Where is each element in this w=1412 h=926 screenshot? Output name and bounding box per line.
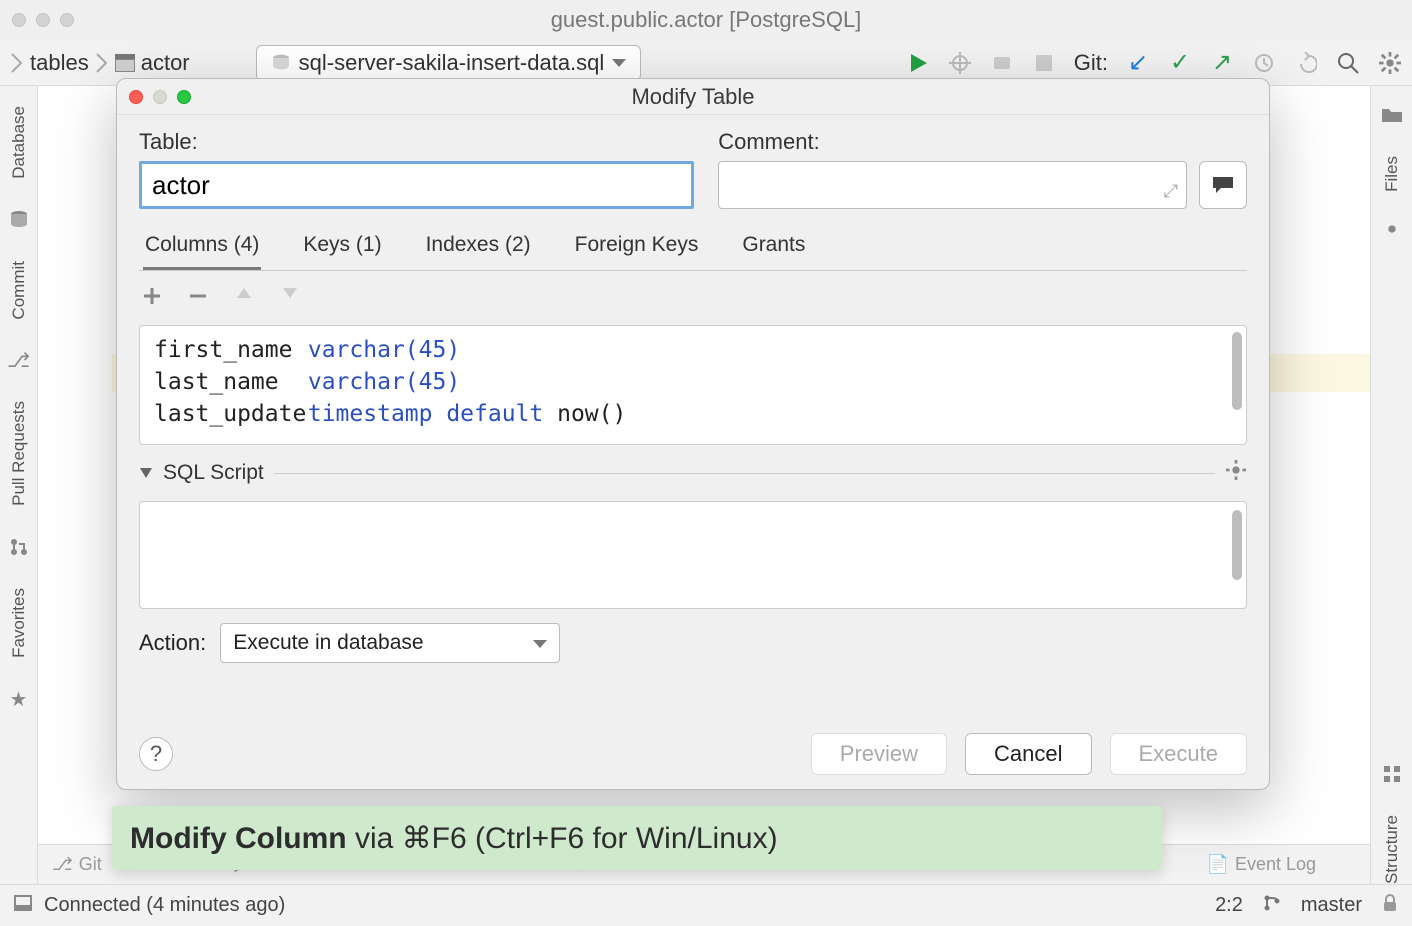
nav-right: Git: ↙ ✓ ↗ xyxy=(906,50,1402,76)
debug-icon[interactable] xyxy=(948,51,972,75)
gear-icon[interactable] xyxy=(1381,218,1403,246)
tool-database[interactable]: Database xyxy=(9,106,29,179)
execute-button[interactable]: Execute xyxy=(1110,733,1248,775)
sql-script-header[interactable]: SQL Script xyxy=(139,459,1247,487)
database-icon xyxy=(8,209,30,231)
tab-indexes[interactable]: Indexes (2) xyxy=(424,229,533,270)
scrollbar-thumb[interactable] xyxy=(1232,510,1242,580)
gear-icon[interactable] xyxy=(1378,51,1402,75)
comment-input[interactable]: ⤢ xyxy=(718,161,1187,209)
table-name-input[interactable] xyxy=(139,161,694,209)
status-bar: Connected (4 minutes ago) 2:2 master xyxy=(0,884,1412,926)
branch-icon xyxy=(1263,894,1281,918)
tool-commit[interactable]: Commit xyxy=(9,261,29,320)
status-branch[interactable]: master xyxy=(1301,894,1362,917)
tip-rest: via ⌘F6 (Ctrl+F6 for Win/Linux) xyxy=(347,822,778,855)
table-icon xyxy=(115,54,135,72)
status-caret-pos: 2:2 xyxy=(1215,894,1243,917)
attach-icon[interactable] xyxy=(990,51,1014,75)
action-select-value: Execute in database xyxy=(233,631,423,655)
modify-table-dialog: Modify Table Table: Comment: ⤢ C xyxy=(116,78,1270,790)
lock-icon[interactable] xyxy=(1382,894,1398,918)
left-tool-strip: Database Commit ⎇ Pull Requests Favorite… xyxy=(0,86,38,884)
preview-button[interactable]: Preview xyxy=(811,733,947,775)
tab-columns[interactable]: Columns (4) xyxy=(143,229,261,270)
add-column-icon[interactable] xyxy=(139,287,165,305)
remove-column-icon[interactable] xyxy=(185,287,211,305)
expand-icon[interactable]: ⤢ xyxy=(1164,181,1178,202)
tool-files[interactable]: Files xyxy=(1382,156,1402,192)
columns-list[interactable]: first_name varchar(45) last_name varchar… xyxy=(139,325,1247,445)
table-label: Table: xyxy=(139,129,694,155)
right-tool-strip: Files Structure xyxy=(1370,86,1412,884)
git-push-icon[interactable]: ↗ xyxy=(1210,51,1234,75)
dialog-title: Modify Table xyxy=(117,84,1269,110)
bottom-eventlog[interactable]: 📄Event Log xyxy=(1207,854,1316,875)
scrollbar-thumb[interactable] xyxy=(1232,332,1242,410)
git-history-icon[interactable] xyxy=(1252,51,1276,75)
cancel-button[interactable]: Cancel xyxy=(965,733,1091,775)
folder-icon[interactable] xyxy=(1381,106,1403,130)
stop-icon[interactable] xyxy=(1032,51,1056,75)
breadcrumb-actor[interactable]: actor xyxy=(141,50,190,76)
breadcrumb: tables actor xyxy=(10,50,190,76)
status-rect-icon xyxy=(14,894,32,917)
sql-settings-gear-icon[interactable] xyxy=(1225,459,1247,487)
git-label: Git: xyxy=(1074,50,1108,76)
chevron-down-icon xyxy=(612,59,626,67)
comment-label: Comment: xyxy=(718,129,1247,155)
sql-file-icon xyxy=(271,53,291,73)
bottom-git[interactable]: ⎇Git xyxy=(52,854,102,875)
comment-toggle-button[interactable] xyxy=(1199,161,1247,209)
tool-favorites[interactable]: Favorites xyxy=(9,588,29,658)
dialog-tabs: Columns (4) Keys (1) Indexes (2) Foreign… xyxy=(139,223,1247,271)
tool-pull-requests[interactable]: Pull Requests xyxy=(9,401,29,506)
action-row: Action: Execute in database xyxy=(139,623,1247,663)
editor-left-column xyxy=(38,86,112,844)
chevron-right-icon xyxy=(10,52,24,74)
git-revert-icon[interactable] xyxy=(1294,51,1318,75)
search-icon[interactable] xyxy=(1336,51,1360,75)
shortcut-tip-banner: Modify Column via ⌘F6 (Ctrl+F6 for Win/L… xyxy=(112,806,1162,870)
column-list-toolbar xyxy=(139,281,1247,311)
window-title: guest.public.actor [PostgreSQL] xyxy=(0,7,1412,33)
sql-script-label: SQL Script xyxy=(163,461,264,485)
star-icon: ★ xyxy=(8,688,30,710)
tool-structure[interactable]: Structure xyxy=(1382,815,1402,884)
status-text: Connected (4 minutes ago) xyxy=(44,894,285,917)
help-button[interactable]: ? xyxy=(139,737,173,771)
open-file-name: sql-server-sakila-insert-data.sql xyxy=(299,50,605,76)
tab-grants[interactable]: Grants xyxy=(740,229,807,270)
action-select[interactable]: Execute in database xyxy=(220,623,560,663)
column-row: first_name varchar(45) xyxy=(140,334,1246,366)
move-up-icon[interactable] xyxy=(231,287,257,305)
window-titlebar: guest.public.actor [PostgreSQL] xyxy=(0,0,1412,40)
run-icon[interactable] xyxy=(906,51,930,75)
commit-icon: ⎇ xyxy=(8,349,30,371)
git-commit-icon[interactable]: ✓ xyxy=(1168,51,1192,75)
structure-icon[interactable] xyxy=(1383,765,1401,789)
tab-foreign-keys[interactable]: Foreign Keys xyxy=(573,229,701,270)
chevron-right-icon xyxy=(95,52,109,74)
collapse-triangle-icon[interactable] xyxy=(139,461,153,485)
sql-script-box[interactable] xyxy=(139,501,1247,609)
column-row: last_update timestamp default now() xyxy=(140,398,1246,430)
column-row: last_name varchar(45) xyxy=(140,366,1246,398)
dialog-titlebar: Modify Table xyxy=(117,79,1269,115)
tip-bold: Modify Column xyxy=(130,822,347,855)
action-label: Action: xyxy=(139,630,206,656)
breadcrumb-tables[interactable]: tables xyxy=(30,50,89,76)
dialog-footer: ? Preview Cancel Execute xyxy=(139,727,1247,775)
open-file-chip[interactable]: sql-server-sakila-insert-data.sql xyxy=(256,45,642,81)
git-pull-icon[interactable]: ↙ xyxy=(1126,51,1150,75)
tab-keys[interactable]: Keys (1) xyxy=(301,229,383,270)
pull-request-icon xyxy=(8,536,30,558)
move-down-icon[interactable] xyxy=(277,287,303,305)
